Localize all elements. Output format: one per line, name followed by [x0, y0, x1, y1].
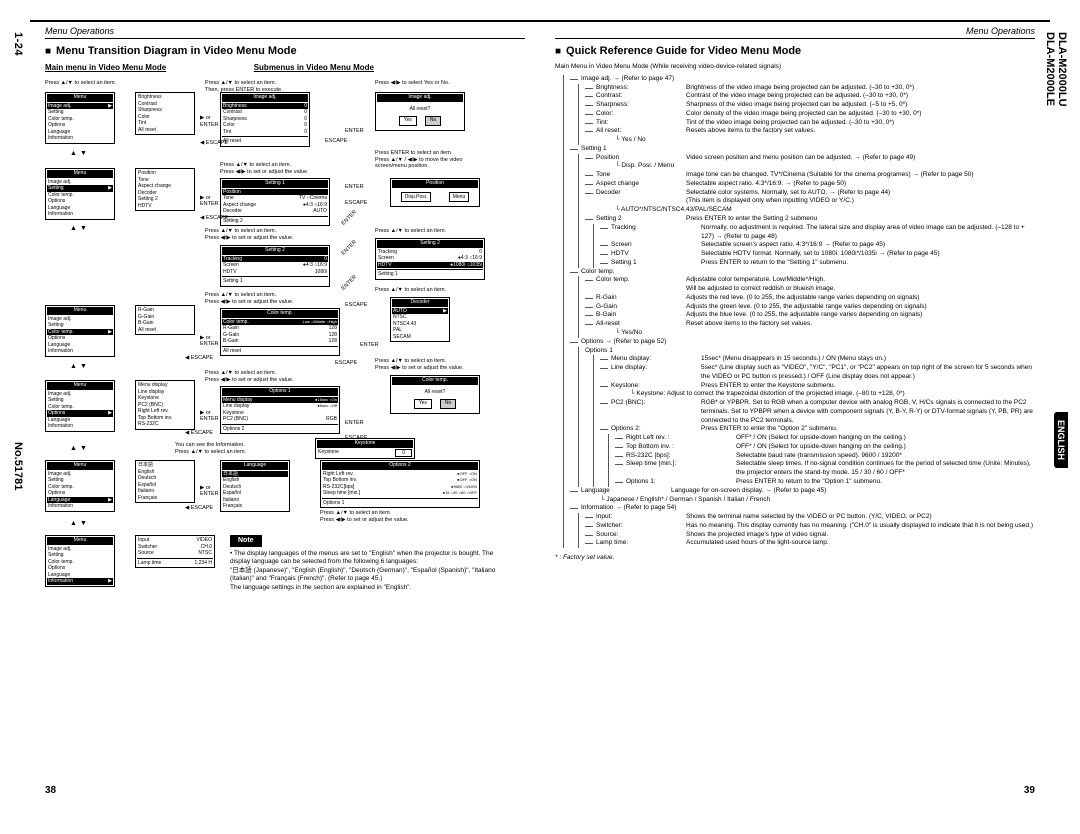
instr-select-1: Press ▲/▼ to select an item. — [45, 80, 116, 86]
main-menu-box-2: Menu Image adj. Setting▶ Color temp. Opt… — [45, 168, 115, 220]
main-menu-box-6: Menu Image adj. Setting Color temp. Opti… — [45, 535, 115, 587]
instr-select-4: Press ▲/▼ to select an item. — [205, 228, 276, 234]
nav-escape-3b: ESCAPE — [335, 360, 357, 366]
setting2-detail: Setting 2 Tracking0 Screen●4:3 ○16:9 HDT… — [220, 245, 330, 287]
instr-adjust-5: Press ◀/▶ to set or adjust the value. — [205, 299, 294, 305]
ct-summary: R-Gain G-Gain B-Gain All reset — [135, 305, 195, 335]
instr-adjust-o2: Press ◀/▶ to set or adjust the value. — [320, 517, 409, 523]
info-detail: InputVIDEO SwitcherCH.0 SourceNTSC Lamp … — [135, 535, 215, 568]
nav-or-1: ▶ or — [200, 115, 211, 121]
image-adj-detail: Image adj. Brightness0 Contrast0 Sharpne… — [220, 92, 310, 147]
instr-select-6: Press ▲/▼ to select an item. — [205, 370, 276, 376]
nav-escape-1: ◀ ESCAPE — [200, 140, 228, 146]
setting-summary: Position Tone Aspect change Decoder Sett… — [135, 168, 195, 211]
nav-escape-3: ◀ ESCAPE — [185, 355, 213, 361]
instr-info: You can see the Information. — [175, 442, 245, 448]
nav-arrows-1: ▲▼ — [70, 150, 87, 158]
quick-ref-tree: Main Menu in Video Menu Mode (While rece… — [555, 63, 1035, 548]
ct-detail: Color temp. Color temp.Low ○Middle ○High… — [220, 308, 340, 356]
options1-detail: Options 1 Menu display●15sec ○On Line di… — [220, 386, 340, 434]
right-header: Menu Operations — [555, 22, 1035, 39]
nav-escape-1b: ESCAPE — [325, 138, 347, 144]
instr-select-2: Press ▲/▼ to select an item. — [205, 80, 276, 86]
instr-sel-info: Press ▲/▼ to select an item. — [175, 449, 246, 455]
instr-adjust-4: Press ◀/▶ to set or adjust the value. — [205, 235, 294, 241]
note-label: Note — [230, 535, 262, 547]
instr-select-s2: Press ▲/▼ to select an item. — [375, 228, 446, 234]
transition-diagram: Press ▲/▼ to select an item. Press ▲/▼ t… — [45, 80, 525, 670]
nav-enter-dec: ENTER — [360, 342, 379, 348]
nav-escape-4: ◀ ESCAPE — [185, 430, 213, 436]
left-subhead-sub: Submenus in Video Menu Mode — [254, 63, 525, 72]
instr-select-dec: Press ▲/▼ to select an item. — [375, 287, 446, 293]
left-header: Menu Operations — [45, 22, 525, 39]
main-menu-box-3: Menu Image adj. Setting Color temp.▶ Opt… — [45, 305, 115, 357]
nav-escape-5: ◀ ESCAPE — [185, 505, 213, 511]
note-text: • The display languages of the menus are… — [230, 550, 500, 592]
nav-enter-1b: ENTER — [345, 128, 364, 134]
nav-enter-diag1: ENTER — [341, 209, 358, 226]
instr-yesno: Press ◀/▶ to select Yes or No. — [375, 80, 450, 86]
instr-select-5: Press ▲/▼ to select an item. — [205, 292, 276, 298]
page-spine-mid: No.51781 — [12, 442, 24, 490]
image-adj-summary: Brightness Contrast Sharpness Color Tint… — [135, 92, 195, 135]
main-menu-box-1: Menu Image adj.▶ Setting Color temp. Opt… — [45, 92, 115, 144]
setting2-right: Setting 2 Tracking0 Screen●4:3 ○16:9 HDT… — [375, 238, 485, 280]
page-num-right: 39 — [1024, 785, 1035, 796]
page-spine-top: 1-24 — [12, 32, 24, 784]
nav-enter-diag3: ENTER — [341, 274, 358, 291]
position-box: Position Disp.Posi. Menu — [390, 178, 480, 207]
nav-arrows-4: ▲▼ — [70, 445, 87, 453]
nav-escape-pos: ESCAPE — [345, 200, 367, 206]
nav-arrows-5: ▲▼ — [70, 520, 87, 528]
instr-enter-select: Press ENTER to select an item. — [375, 150, 452, 156]
all-reset-confirm: Image adj. All reset? Yes No — [375, 92, 465, 131]
opt-summary: Menu display Line display Keystone PC2 (… — [135, 380, 195, 430]
right-spine: DLA-M2000LU DLA-M2000LE — [1044, 32, 1068, 107]
keystone-box: Keystone Keystone0 — [315, 438, 415, 459]
factory-note: * : Factory set value. — [555, 554, 1035, 561]
instr-adjust-6: Press ◀/▶ to set or adjust the value. — [205, 377, 294, 383]
nav-arrows-3: ▲▼ — [70, 363, 87, 371]
instr-select-ct: Press ▲/▼ to select an item. — [375, 358, 446, 364]
instr-adjust-3: Press ◀/▶ to set or adjust the value. — [220, 169, 309, 175]
nav-enter-3: ENTER — [200, 341, 219, 347]
instr-move: Press ▲/▼ / ◀/▶ to move the video screen… — [375, 157, 495, 169]
nav-enter-pos: ENTER — [345, 184, 364, 190]
ct-reset-confirm: Color temp. All reset? Yes No — [390, 375, 480, 414]
instr-adjust-ct: Press ◀/▶ to set or adjust the value. — [375, 365, 464, 371]
instr-select-3: Press ▲/▼ to select an item. — [220, 162, 291, 168]
right-section-title: Quick Reference Guide for Video Menu Mod… — [555, 45, 1035, 57]
left-section-title: Menu Transition Diagram in Video Menu Mo… — [45, 45, 525, 57]
nav-enter-4b: ENTER — [345, 420, 364, 426]
english-tab: ENGLISH — [1054, 412, 1068, 468]
setting1-detail: Setting 1 Position ToneTV ○Cinema Aspect… — [220, 178, 330, 226]
nav-escape-dec: ESCAPE — [345, 302, 367, 308]
page-num-left: 38 — [45, 785, 56, 796]
instr-select-o2: Press ▲/▼ to select an item. — [320, 510, 391, 516]
lang-summary: 日本語 English Deutsch Español Italiano Fra… — [135, 460, 195, 503]
nav-enter-2: ENTER — [200, 201, 219, 207]
main-menu-box-4: Menu Image adj. Setting Color temp. Opti… — [45, 380, 115, 432]
left-subhead-main: Main menu in Video Menu Mode — [45, 63, 254, 72]
options2-detail: Options 2 Right Left rev.●OFF ○ON Top Bo… — [320, 460, 480, 508]
nav-enter-4: ENTER — [200, 416, 219, 422]
nav-enter-1: ENTER — [200, 122, 219, 128]
nav-escape-2: ◀ ESCAPE — [200, 215, 228, 221]
nav-arrows-2: ▲▼ — [70, 225, 87, 233]
language-detail: Language 日本語 English Deutsch Español Ita… — [220, 460, 290, 512]
main-menu-box-5: Menu Image adj. Setting Color temp. Opti… — [45, 460, 115, 512]
decoder-box: Decoder AUTO▶ NTSC NTSC4.43 PAL SECAM — [390, 297, 450, 342]
nav-enter-5: ENTER — [200, 491, 219, 497]
nav-enter-diag2: ENTER — [341, 239, 358, 256]
